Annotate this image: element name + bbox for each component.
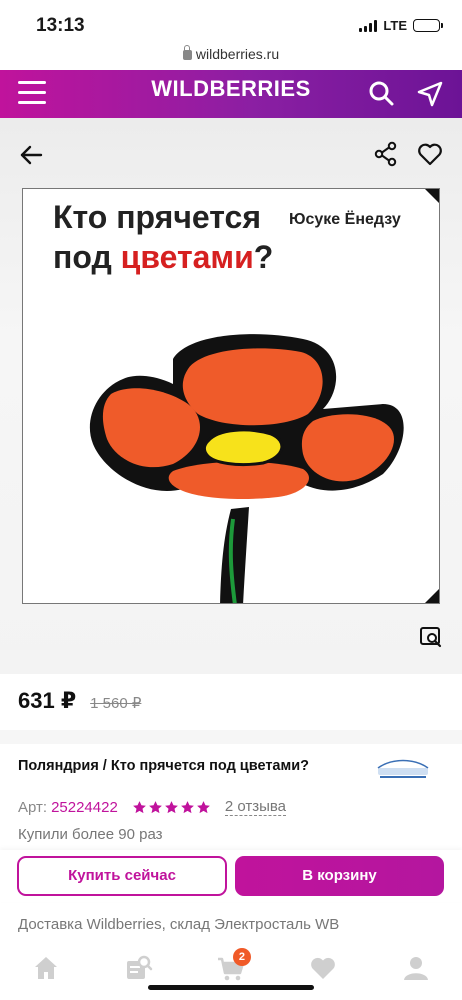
star-icon [196, 800, 210, 813]
star-icon [132, 800, 146, 813]
buy-bar: Купить сейчас В корзину [0, 850, 462, 902]
favorite-heart-icon[interactable] [416, 140, 444, 168]
catalog-search-icon [126, 955, 152, 979]
product-title: Поляндрия / Кто прячется под цветами? [18, 758, 309, 774]
status-bar: 13:13 LTE [0, 0, 462, 44]
tab-catalog[interactable] [119, 950, 159, 986]
price-row: 631 ₽ 1 560 ₽ [18, 688, 141, 714]
location-icon[interactable] [414, 78, 446, 110]
home-icon [35, 957, 58, 979]
current-price: 631 ₽ [18, 688, 77, 713]
star-icon [148, 800, 162, 813]
menu-icon[interactable] [18, 81, 46, 105]
add-to-cart-button[interactable]: В корзину [235, 856, 444, 896]
signal-icon [359, 19, 378, 32]
old-price: 1 560 ₽ [90, 695, 142, 712]
product-image[interactable]: Кто прячется под цветами? Юсуке Ёнедзу [22, 188, 440, 604]
tab-cart[interactable]: 2 [211, 948, 251, 986]
status-time: 13:13 [36, 15, 85, 36]
star-icon [180, 800, 194, 813]
lock-icon [182, 45, 192, 60]
status-indicators: LTE [359, 18, 443, 33]
article-row: Арт: 25224422 2 отзыва [18, 798, 287, 816]
back-arrow-icon[interactable] [16, 140, 46, 170]
bottom-tab-bar: 2 [0, 944, 462, 1000]
zoom-icon[interactable] [418, 624, 444, 650]
search-icon[interactable] [366, 78, 398, 110]
brand-logo[interactable] [372, 756, 434, 782]
flower-illustration [89, 334, 404, 603]
delivery-info: Доставка Wildberries, склад Электросталь… [18, 916, 340, 933]
buy-now-button[interactable]: Купить сейчас [17, 856, 227, 896]
tab-home[interactable] [26, 950, 66, 986]
tab-profile[interactable] [396, 950, 436, 986]
bought-count: Купили более 90 раз [18, 826, 163, 843]
tab-favorites[interactable] [303, 950, 343, 986]
network-label: LTE [383, 18, 407, 33]
browser-url-bar[interactable]: wildberries.ru [0, 45, 462, 62]
home-indicator [148, 985, 314, 990]
url-text: wildberries.ru [195, 46, 280, 62]
article-number[interactable]: 25224422 [51, 799, 118, 816]
site-header: WILDBERRIES [0, 70, 462, 118]
heart-icon [311, 957, 336, 979]
cart-badge: 2 [232, 948, 251, 966]
section-divider [0, 730, 462, 744]
battery-icon [413, 19, 443, 32]
share-icon[interactable] [372, 140, 400, 168]
article-label: Арт: [18, 798, 48, 816]
star-icon [164, 800, 178, 813]
profile-icon [403, 957, 428, 980]
rating-stars [132, 800, 211, 815]
reviews-link[interactable]: 2 отзыва [224, 798, 287, 816]
